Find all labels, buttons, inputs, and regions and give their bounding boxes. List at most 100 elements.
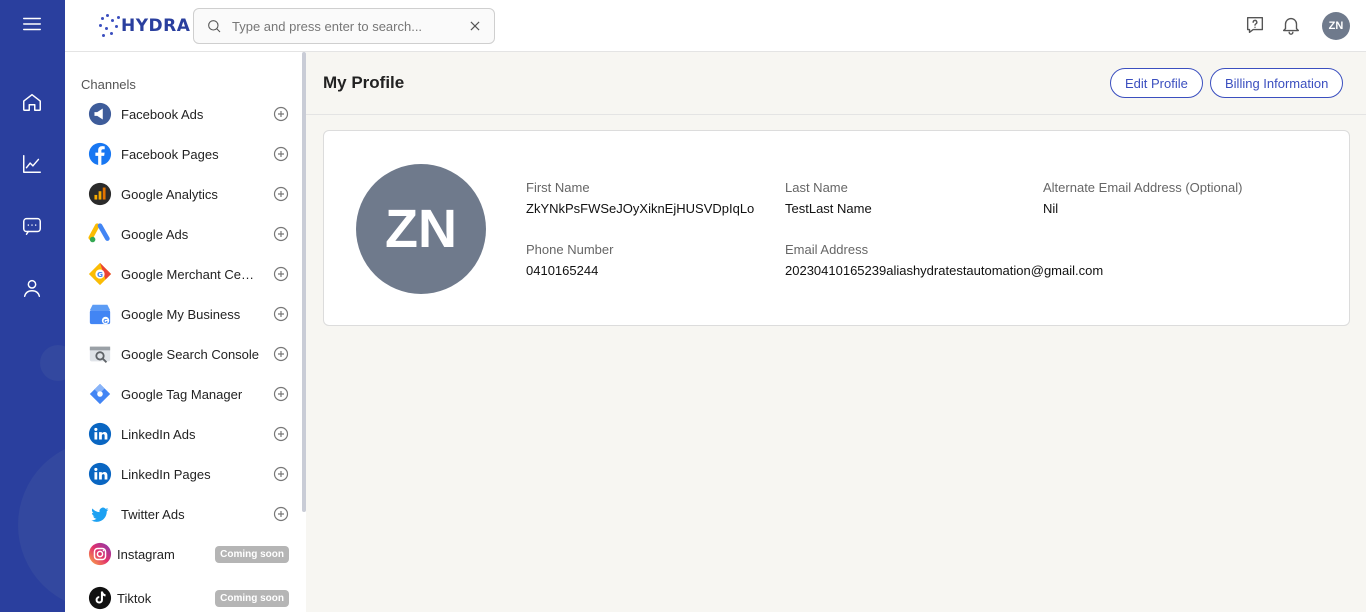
add-circle-icon[interactable] bbox=[273, 226, 289, 242]
profile-card: ZN First Name ZkYNkPsFWSeJOyXiknEjHUSVDp… bbox=[323, 130, 1350, 326]
help-icon bbox=[1246, 16, 1264, 34]
rail-messages-button[interactable] bbox=[17, 211, 47, 241]
phone-number-label: Phone Number bbox=[526, 242, 614, 257]
search-box bbox=[193, 8, 495, 44]
last-name-value: TestLast Name bbox=[785, 201, 872, 216]
channel-label: Google Search Console bbox=[121, 346, 260, 362]
channel-twitter-ads[interactable]: Twitter Ads bbox=[87, 499, 289, 529]
add-circle-icon[interactable] bbox=[273, 146, 289, 162]
tiktok-icon bbox=[87, 585, 113, 611]
channel-instagram: Instagram Coming soon bbox=[87, 539, 289, 569]
close-icon[interactable] bbox=[468, 19, 482, 33]
channel-label: Facebook Ads bbox=[121, 106, 204, 122]
chart-line-icon bbox=[23, 155, 41, 173]
channel-facebook-ads[interactable]: Facebook Ads bbox=[87, 99, 289, 129]
channel-tiktok: Tiktok Coming soon bbox=[87, 583, 289, 612]
user-icon bbox=[23, 279, 41, 297]
channel-google-tag-manager[interactable]: Google Tag Manager bbox=[87, 379, 289, 409]
rail-analytics-button[interactable] bbox=[17, 149, 47, 179]
add-circle-icon[interactable] bbox=[273, 506, 289, 522]
twitter-icon bbox=[87, 501, 113, 527]
first-name-label: First Name bbox=[526, 180, 590, 195]
channel-google-my-business[interactable]: G Google My Business bbox=[87, 299, 289, 329]
add-circle-icon[interactable] bbox=[273, 266, 289, 282]
rail-home-button[interactable] bbox=[17, 87, 47, 117]
search-icon bbox=[208, 20, 221, 33]
channel-label: Google Merchant Center bbox=[121, 266, 261, 282]
add-circle-icon[interactable] bbox=[273, 386, 289, 402]
help-button[interactable] bbox=[1244, 14, 1268, 38]
channel-label: Google Ads bbox=[121, 226, 189, 242]
svg-text:G: G bbox=[97, 270, 103, 279]
email-address-value: 20230410165239aliashydratestautomation@g… bbox=[785, 263, 1104, 278]
alternate-email-value: Nil bbox=[1043, 201, 1059, 216]
chat-icon bbox=[23, 217, 41, 235]
channel-label: LinkedIn Ads bbox=[121, 426, 196, 442]
menu-toggle-button[interactable] bbox=[17, 9, 47, 39]
top-header: HYDRA ZN bbox=[65, 0, 1366, 52]
bell-icon bbox=[1282, 17, 1300, 35]
first-name-value: ZkYNkPsFWSeJOyXiknEjHUSVDpIqLo bbox=[526, 201, 755, 216]
channel-linkedin-pages[interactable]: LinkedIn Pages bbox=[87, 459, 289, 489]
home-icon bbox=[23, 93, 41, 111]
channel-google-search-console[interactable]: Google Search Console bbox=[87, 339, 289, 369]
channel-label: Google Tag Manager bbox=[121, 386, 243, 402]
rail-profile-button[interactable] bbox=[17, 273, 47, 303]
instagram-icon bbox=[87, 541, 113, 567]
first-name-field: First Name ZkYNkPsFWSeJOyXiknEjHUSVDpIqL… bbox=[526, 180, 754, 216]
add-circle-icon[interactable] bbox=[273, 306, 289, 322]
linkedin-icon bbox=[87, 421, 113, 447]
email-address-label: Email Address bbox=[785, 242, 869, 257]
user-avatar[interactable]: ZN bbox=[1322, 12, 1350, 40]
channel-linkedin-ads[interactable]: LinkedIn Ads bbox=[87, 419, 289, 449]
svg-text:G: G bbox=[103, 319, 108, 325]
channel-label: Instagram bbox=[117, 546, 175, 562]
facebook-icon bbox=[87, 141, 113, 167]
page-title: My Profile bbox=[323, 73, 405, 92]
channel-google-ads[interactable]: Google Ads bbox=[87, 219, 289, 249]
edit-profile-button[interactable]: Edit Profile bbox=[1110, 68, 1203, 98]
channel-google-analytics[interactable]: Google Analytics bbox=[87, 179, 289, 209]
channel-label: Tiktok bbox=[117, 590, 152, 606]
google-my-business-icon: G bbox=[87, 301, 113, 327]
google-tag-manager-icon bbox=[87, 381, 113, 407]
linkedin-icon bbox=[87, 461, 113, 487]
rail-decoration-small bbox=[40, 345, 65, 381]
channel-label: Google My Business bbox=[121, 306, 241, 322]
add-circle-icon[interactable] bbox=[273, 106, 289, 122]
alternate-email-field: Alternate Email Address (Optional) Nil bbox=[1043, 180, 1242, 216]
last-name-label: Last Name bbox=[785, 180, 848, 195]
channel-label: Facebook Pages bbox=[121, 146, 219, 162]
channels-heading: Channels bbox=[81, 77, 136, 92]
channels-sidebar: Channels Facebook Ads Facebook Pages Goo… bbox=[65, 52, 306, 612]
hydra-logo[interactable]: HYDRA bbox=[97, 13, 190, 39]
add-circle-icon[interactable] bbox=[273, 186, 289, 202]
add-circle-icon[interactable] bbox=[273, 466, 289, 482]
sidebar-scrollbar[interactable] bbox=[302, 52, 306, 512]
channel-label: Twitter Ads bbox=[121, 506, 185, 522]
google-merchant-icon: G bbox=[87, 261, 113, 287]
divider bbox=[306, 114, 1366, 115]
channel-google-merchant-center[interactable]: G Google Merchant Center bbox=[87, 259, 289, 289]
last-name-field: Last Name TestLast Name bbox=[785, 180, 872, 216]
profile-avatar: ZN bbox=[356, 164, 486, 294]
logo-dots bbox=[97, 13, 137, 39]
phone-number-field: Phone Number 0410165244 bbox=[526, 242, 613, 278]
channel-label: Google Analytics bbox=[121, 186, 218, 202]
add-circle-icon[interactable] bbox=[273, 426, 289, 442]
alternate-email-label: Alternate Email Address (Optional) bbox=[1043, 180, 1243, 195]
search-input[interactable] bbox=[232, 18, 452, 34]
coming-soon-badge: Coming soon bbox=[215, 589, 289, 607]
notifications-button[interactable] bbox=[1280, 14, 1304, 38]
email-address-field: Email Address 20230410165239aliashydrate… bbox=[785, 242, 1103, 278]
billing-information-button[interactable]: Billing Information bbox=[1210, 68, 1344, 98]
phone-number-value: 0410165244 bbox=[526, 263, 599, 278]
add-circle-icon[interactable] bbox=[273, 346, 289, 362]
coming-soon-badge: Coming soon bbox=[215, 545, 289, 563]
google-analytics-icon bbox=[87, 181, 113, 207]
channel-label: LinkedIn Pages bbox=[121, 466, 211, 482]
rail-decoration bbox=[18, 440, 65, 610]
google-ads-icon bbox=[87, 221, 113, 247]
channel-facebook-pages[interactable]: Facebook Pages bbox=[87, 139, 289, 169]
nav-rail bbox=[0, 0, 65, 612]
